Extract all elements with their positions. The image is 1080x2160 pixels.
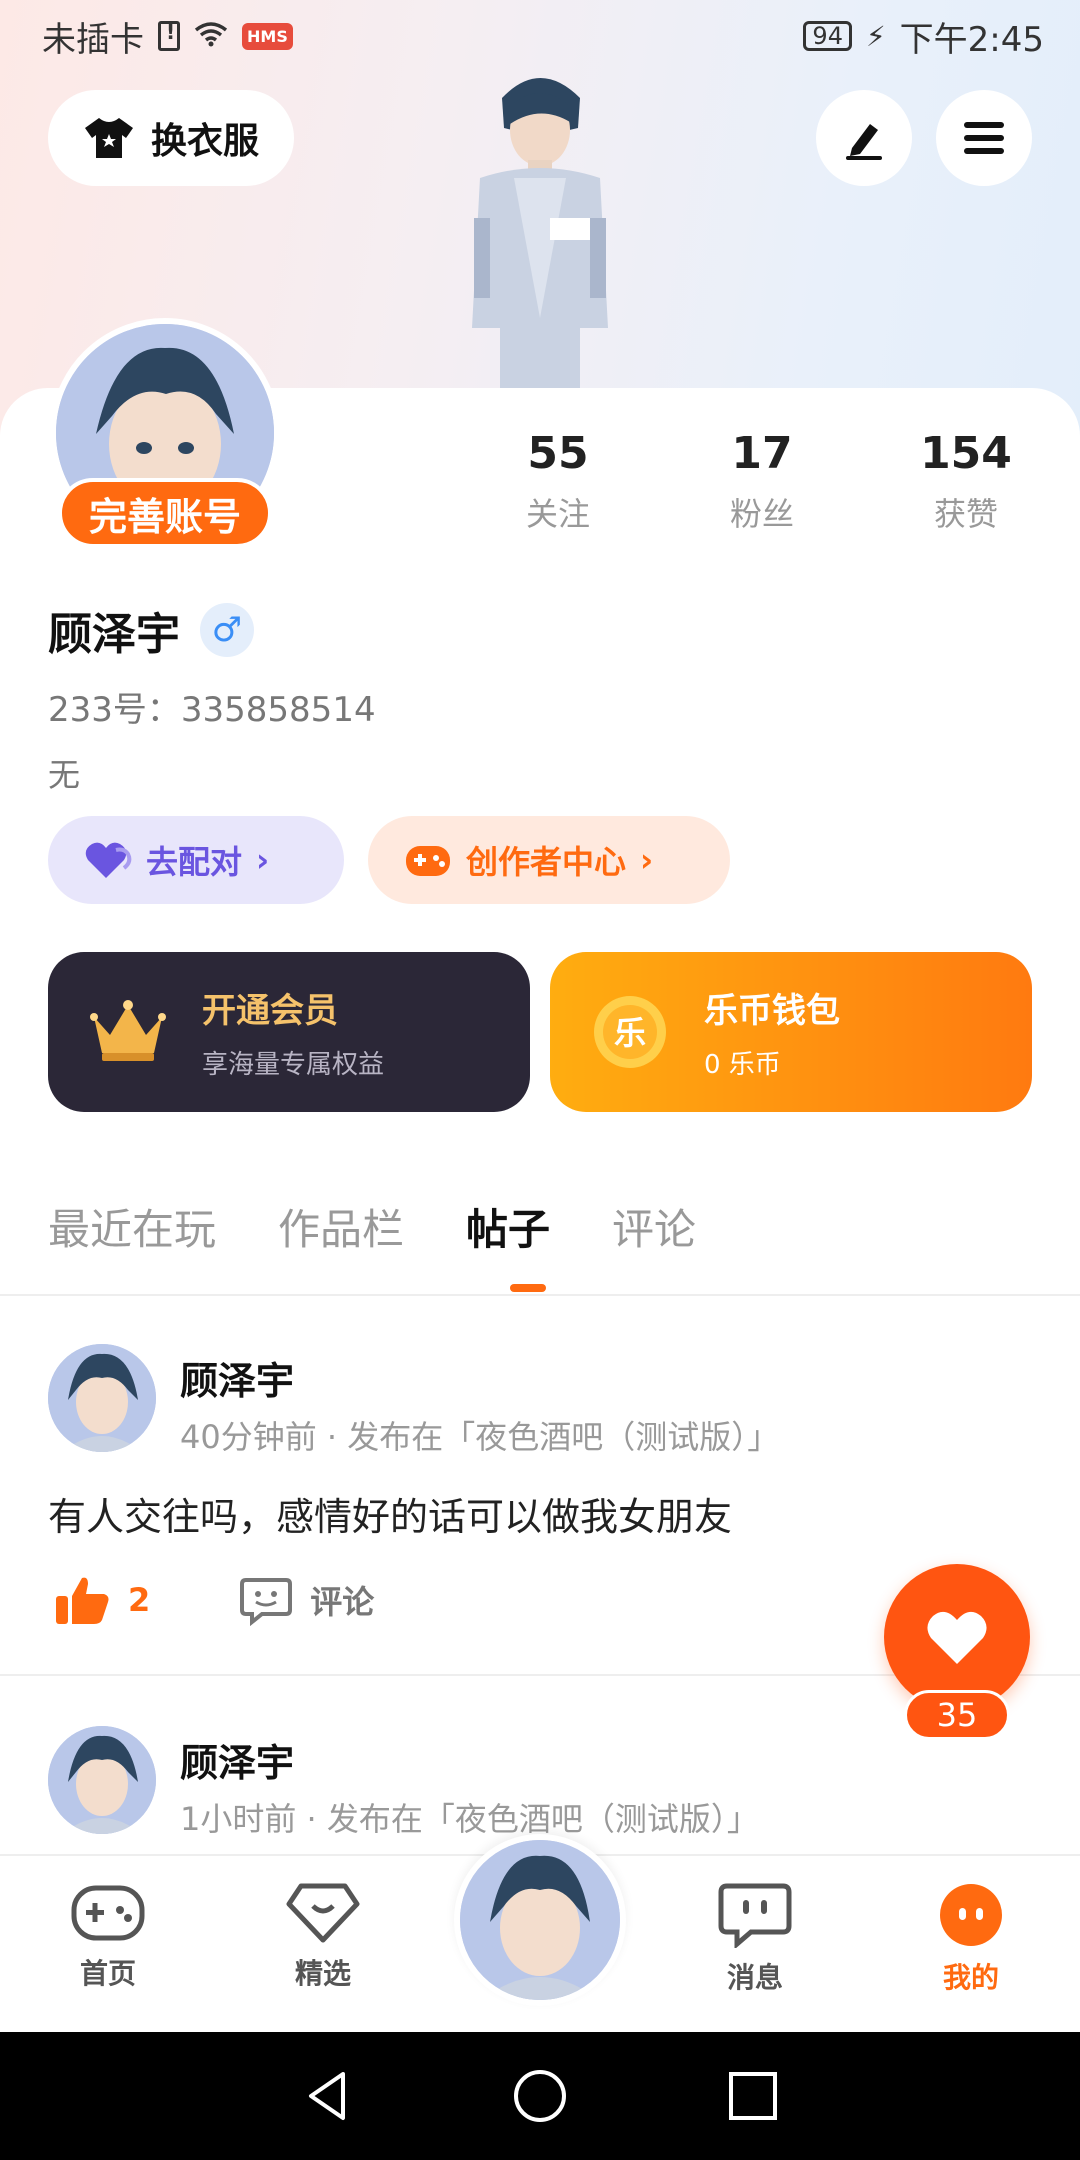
tab-recent[interactable]: 最近在玩 xyxy=(48,1196,216,1257)
comment-icon xyxy=(240,1578,293,1626)
match-button[interactable]: 去配对 › xyxy=(48,816,344,904)
coin-glyph: 乐 xyxy=(614,1014,646,1052)
bio: 无 xyxy=(48,756,81,794)
like-count: 2 xyxy=(128,1581,151,1619)
gamepad-icon xyxy=(406,846,450,876)
creator-center-button[interactable]: 创作者中心 › xyxy=(368,816,730,904)
menu-icon xyxy=(964,122,1004,154)
like-button[interactable]: 2 xyxy=(54,1574,150,1626)
menu-button[interactable] xyxy=(936,90,1032,186)
stat-following-label: 关注 xyxy=(525,495,590,533)
nav-home-label: 首页 xyxy=(79,1957,136,1990)
stat-likes[interactable]: 154 获赞 xyxy=(886,428,1046,535)
bottom-navigation: 首页 精选 消息 我的 xyxy=(0,1834,1080,2032)
post-text: 有人交往吗，感情好的话可以做我女朋友 xyxy=(48,1495,733,1539)
post-author-avatar[interactable] xyxy=(48,1344,156,1452)
nav-messages-label: 消息 xyxy=(726,1961,783,1994)
complete-account-button[interactable]: 完善账号 xyxy=(58,478,272,548)
status-right: 94 ⚡ 下午2:45 xyxy=(803,12,1044,61)
chat-bubble-icon xyxy=(718,1883,792,1948)
edit-profile-button[interactable] xyxy=(816,90,912,186)
nav-home[interactable]: 首页 xyxy=(33,1882,183,1992)
user-id: 233号：335858514 xyxy=(48,690,376,730)
wallet-text: 乐币钱包 0 乐币 xyxy=(704,983,840,1081)
vip-subtitle: 享海量专属权益 xyxy=(202,1050,385,1080)
change-outfit-button[interactable]: 换衣服 xyxy=(48,90,294,186)
thumbs-up-icon xyxy=(56,1577,109,1624)
crown-icon xyxy=(90,1000,166,1061)
heart-pair-icon xyxy=(85,842,132,878)
floating-like-count: 35 xyxy=(904,1690,1010,1740)
nav-mine-label: 我的 xyxy=(942,1961,999,1994)
stat-likes-value: 154 xyxy=(920,428,1012,479)
comment-button[interactable]: 评论 xyxy=(240,1574,374,1626)
post-author-name[interactable]: 顾泽宇 xyxy=(180,1732,294,1787)
vip-text: 开通会员 享海量专属权益 xyxy=(202,983,384,1081)
nav-featured-label: 精选 xyxy=(294,1957,351,1990)
stat-followers-value: 17 xyxy=(731,428,793,479)
stat-followers[interactable]: 17 粉丝 xyxy=(682,428,842,535)
wifi-icon xyxy=(194,17,228,55)
wallet-title: 乐币钱包 xyxy=(704,991,840,1031)
carrier-text: 未插卡 xyxy=(42,19,144,60)
stat-likes-label: 获赞 xyxy=(933,495,998,533)
stat-following[interactable]: 55 关注 xyxy=(478,428,638,535)
mine-face-icon xyxy=(940,1884,1002,1946)
vip-card[interactable]: 开通会员 享海量专属权益 xyxy=(48,952,530,1112)
gamepad-icon xyxy=(71,1885,145,1941)
status-bar: 未插卡 HMS 94 ⚡ 下午2:45 xyxy=(0,0,1080,72)
chevron-right-icon: › xyxy=(256,841,270,879)
post-meta: 1小时前 · 发布在「夜色酒吧（测试版）」 xyxy=(180,1800,759,1838)
charging-icon: ⚡ xyxy=(865,19,886,53)
coin-icon: 乐 xyxy=(594,996,666,1068)
active-tab-indicator xyxy=(510,1284,546,1292)
post-author-avatar[interactable] xyxy=(48,1726,156,1834)
vip-title: 开通会员 xyxy=(202,991,338,1031)
clock: 下午2:45 xyxy=(899,19,1044,60)
creator-center-label: 创作者中心 xyxy=(466,843,627,881)
system-navigation-bar xyxy=(0,2032,1080,2160)
post-author-name[interactable]: 顾泽宇 xyxy=(180,1350,294,1405)
stat-following-value: 55 xyxy=(527,428,589,479)
male-gender-icon: ♂ xyxy=(200,603,254,657)
recents-icon[interactable] xyxy=(725,2068,781,2124)
shirt-icon xyxy=(84,118,133,158)
home-icon[interactable] xyxy=(512,2068,568,2124)
change-outfit-label: 换衣服 xyxy=(150,121,259,162)
battery-indicator: 94 xyxy=(803,21,852,51)
nav-avatar-button[interactable] xyxy=(454,1834,626,2006)
tabs-divider xyxy=(0,1294,1080,1296)
nav-avatar-portrait xyxy=(460,1840,620,2000)
diamond-heart-icon xyxy=(286,1883,360,1943)
pen-icon xyxy=(846,124,882,160)
post-meta: 40分钟前 · 发布在「夜色酒吧（测试版）」 xyxy=(180,1418,780,1456)
nav-featured[interactable]: 精选 xyxy=(248,1882,398,1992)
stat-followers-label: 粉丝 xyxy=(729,495,794,533)
username: 顾泽宇 xyxy=(48,609,180,660)
floating-like-button[interactable] xyxy=(884,1564,1030,1710)
comment-label: 评论 xyxy=(310,1583,375,1621)
nav-mine[interactable]: 我的 xyxy=(896,1882,1046,1996)
back-icon[interactable] xyxy=(299,2068,355,2124)
wallet-card[interactable]: 乐 乐币钱包 0 乐币 xyxy=(550,952,1032,1112)
post-actions: 2 评论 xyxy=(54,1574,374,1626)
match-label: 去配对 xyxy=(146,843,243,881)
tab-comments[interactable]: 评论 xyxy=(612,1196,696,1257)
status-left: 未插卡 HMS xyxy=(42,12,293,61)
nav-messages[interactable]: 消息 xyxy=(680,1882,830,1996)
content-tabs: 最近在玩 作品栏 帖子 评论 xyxy=(48,1196,696,1257)
tab-posts[interactable]: 帖子 xyxy=(466,1196,550,1257)
username-row: 顾泽宇 ♂ xyxy=(48,598,254,662)
wallet-balance: 0 乐币 xyxy=(704,1050,781,1080)
chevron-right-icon: › xyxy=(640,841,654,879)
sim-alert-icon xyxy=(158,20,180,51)
hms-badge: HMS xyxy=(242,22,293,50)
tab-works[interactable]: 作品栏 xyxy=(278,1196,404,1257)
heart-icon xyxy=(927,1611,987,1664)
avatar-character-figure xyxy=(472,78,608,388)
